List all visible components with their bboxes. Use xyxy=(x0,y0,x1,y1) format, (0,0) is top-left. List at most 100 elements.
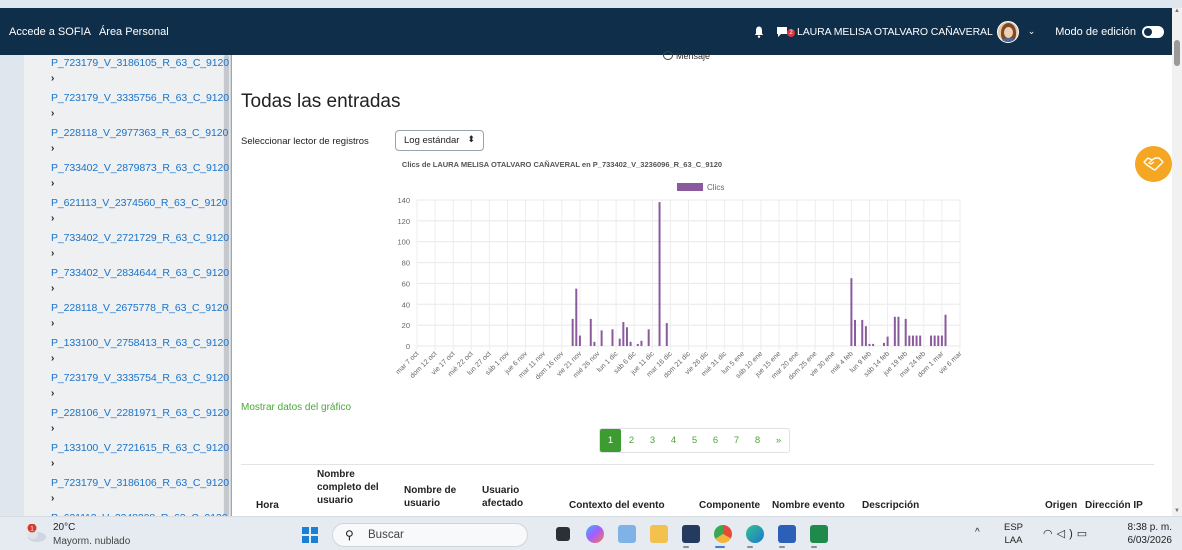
col-nombre-usuario[interactable]: Nombre de usuario xyxy=(404,484,464,510)
chevron-right-icon[interactable]: › xyxy=(51,178,54,189)
task-view-icon[interactable] xyxy=(556,527,570,541)
chart-bar[interactable] xyxy=(937,335,940,346)
message-link[interactable]: Mensaje xyxy=(676,51,710,61)
chart-bar[interactable] xyxy=(629,341,632,346)
chart-bar[interactable] xyxy=(647,329,650,346)
volume-icon[interactable]: ◁) xyxy=(1057,528,1077,540)
chart-bar[interactable] xyxy=(882,342,885,346)
chart-bar[interactable] xyxy=(618,338,621,346)
chevron-right-icon[interactable]: › xyxy=(51,458,54,469)
sidebar-item[interactable]: P_228106_V_2281971_R_63_C_9120 xyxy=(51,407,229,419)
page-button[interactable]: 1 xyxy=(600,429,621,452)
sidebar-item[interactable]: P_733402_V_2879873_R_63_C_9120 xyxy=(51,162,229,174)
chart-bar[interactable] xyxy=(944,314,947,346)
page-scrollbar[interactable]: ▲ ▼ xyxy=(1172,8,1182,516)
chart-bar[interactable] xyxy=(611,329,614,346)
sidebar-item[interactable]: P_733402_V_2834644_R_63_C_9120 xyxy=(51,267,229,279)
chevron-right-icon[interactable]: › xyxy=(51,283,54,294)
sidebar-item[interactable]: P_133100_V_2721615_R_63_C_9120 xyxy=(51,442,229,454)
col-componente[interactable]: Componente xyxy=(699,499,760,512)
show-chart-data-link[interactable]: Mostrar datos del gráfico xyxy=(241,402,351,413)
chevron-right-icon[interactable]: › xyxy=(51,353,54,364)
sidebar-item[interactable]: P_228118_V_2977363_R_63_C_9120 xyxy=(51,127,228,139)
chart-bar[interactable] xyxy=(622,322,625,346)
legend-swatch[interactable] xyxy=(677,183,703,191)
col-nombre-evento[interactable]: Nombre evento xyxy=(772,499,845,512)
sidebar-item[interactable]: P_723179_V_3335756_R_63_C_9120 xyxy=(51,92,229,104)
edge-icon[interactable] xyxy=(746,525,764,543)
chart-bar[interactable] xyxy=(625,327,628,346)
chat-icon[interactable]: 2 xyxy=(776,26,796,38)
sidebar-item[interactable]: P_133100_V_2758413_R_63_C_9120 xyxy=(51,337,229,349)
chevron-right-icon[interactable]: › xyxy=(51,213,54,224)
battery-icon[interactable]: ▭ xyxy=(1077,528,1091,540)
language-indicator[interactable]: ESP LAA xyxy=(1004,521,1023,547)
chart-bar[interactable] xyxy=(897,316,900,346)
sidebar-item[interactable]: P_723179_V_3186105_R_63_C_9120 xyxy=(51,57,229,69)
col-direccion-ip[interactable]: Dirección IP xyxy=(1085,499,1143,512)
weather-temperature[interactable]: 20°C xyxy=(53,522,75,533)
user-name[interactable]: LAURA MELISA OTALVARO CAÑAVERAL xyxy=(797,26,993,38)
sidebar-item[interactable]: P_723179_V_3335754_R_63_C_9120 xyxy=(51,372,229,384)
excel-icon[interactable] xyxy=(810,525,828,543)
nav-link-area-personal[interactable]: Área Personal xyxy=(99,26,169,38)
page-scroll-thumb[interactable] xyxy=(1174,40,1180,66)
clock[interactable]: 8:38 p. m. 6/03/2026 xyxy=(1118,521,1173,547)
chart-bar[interactable] xyxy=(908,335,911,346)
page-button[interactable]: 3 xyxy=(642,429,663,452)
chart-bar[interactable] xyxy=(911,335,914,346)
scroll-down-icon[interactable]: ▼ xyxy=(1174,508,1180,514)
chart-bar[interactable] xyxy=(915,335,918,346)
word-icon[interactable] xyxy=(778,525,796,543)
chevron-right-icon[interactable]: › xyxy=(51,248,54,259)
nav-link-sofia[interactable]: Accede a SOFIA xyxy=(9,26,91,38)
sidebar-item[interactable]: P_621113_V_2374560_R_63_C_9120 xyxy=(51,197,228,209)
chart-bar[interactable] xyxy=(593,341,596,346)
sidebar-item[interactable]: P_723179_V_3186106_R_63_C_9120 xyxy=(51,477,229,489)
chevron-right-icon[interactable]: › xyxy=(51,493,54,504)
windows-start-icon[interactable] xyxy=(302,527,318,543)
chart-bar[interactable] xyxy=(589,318,592,346)
taskbar-search[interactable]: ⚲ Buscar xyxy=(332,523,528,547)
chart-bar[interactable] xyxy=(665,323,668,346)
chart-bar[interactable] xyxy=(904,318,907,346)
chart-bar[interactable] xyxy=(933,335,936,346)
chart-bar[interactable] xyxy=(886,336,889,346)
chart-bar[interactable] xyxy=(861,319,864,346)
chart-bar[interactable] xyxy=(575,288,578,346)
chart-bar[interactable] xyxy=(864,326,867,346)
handshake-button[interactable] xyxy=(1135,146,1172,182)
chart-bar[interactable] xyxy=(868,343,871,346)
page-button[interactable]: 8 xyxy=(747,429,768,452)
chart-bar[interactable] xyxy=(850,278,853,346)
legend-label[interactable]: Clics xyxy=(707,183,724,192)
col-descripcion[interactable]: Descripción xyxy=(862,499,919,512)
log-reader-select[interactable]: Log estándar ⬍ xyxy=(395,130,484,151)
cloud-sun-icon[interactable]: 1 xyxy=(25,524,47,544)
chart-bar[interactable] xyxy=(636,343,639,346)
chart-bar[interactable] xyxy=(930,335,933,346)
scroll-up-icon[interactable]: ▲ xyxy=(1174,8,1180,14)
teams-chat-icon[interactable] xyxy=(618,525,636,543)
page-button[interactable]: 6 xyxy=(705,429,726,452)
chrome-icon[interactable] xyxy=(714,525,732,543)
col-origen[interactable]: Origen xyxy=(1045,499,1077,512)
page-button[interactable]: 4 xyxy=(663,429,684,452)
weather-description[interactable]: Mayorm. nublado xyxy=(53,536,130,547)
chart-bar[interactable] xyxy=(872,343,875,346)
chart-bar[interactable] xyxy=(919,335,922,346)
chevron-down-icon[interactable]: ⌄ xyxy=(1028,26,1036,37)
col-usuario-afectado[interactable]: Usuario afectado xyxy=(482,484,532,510)
avatar[interactable] xyxy=(996,20,1019,43)
chart-bar[interactable] xyxy=(578,335,581,346)
sidebar-item[interactable]: P_228118_V_2675778_R_63_C_9120 xyxy=(51,302,228,314)
store-icon[interactable] xyxy=(682,525,700,543)
sidebar-item[interactable]: P_733402_V_2721729_R_63_C_9120 xyxy=(51,232,229,244)
chart-bar[interactable] xyxy=(854,319,857,346)
chart-bar[interactable] xyxy=(658,202,661,346)
chevron-right-icon[interactable]: › xyxy=(51,318,54,329)
col-nombre-completo[interactable]: Nombre completo del usuario xyxy=(317,468,387,507)
page-button[interactable]: 7 xyxy=(726,429,747,452)
chart-bar[interactable] xyxy=(893,316,896,346)
page-button[interactable]: 5 xyxy=(684,429,705,452)
